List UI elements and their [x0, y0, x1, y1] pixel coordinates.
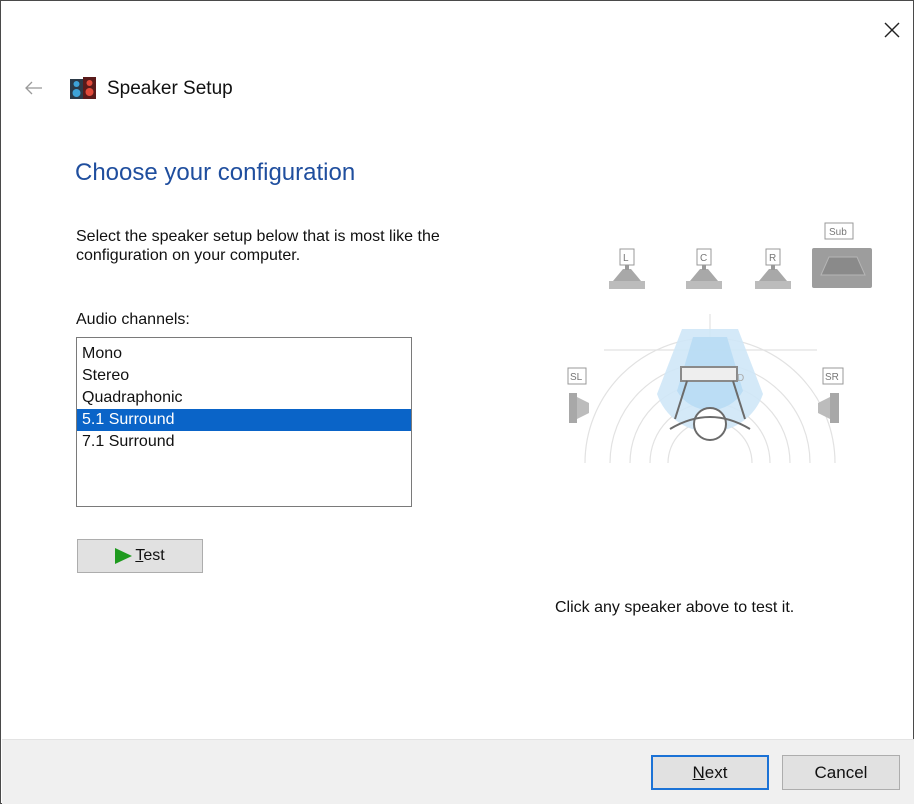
next-button-label: Next — [692, 762, 728, 782]
channel-option-7-1-surround[interactable]: 7.1 Surround — [77, 431, 411, 453]
audio-channels-label: Audio channels: — [76, 311, 190, 328]
close-button[interactable] — [877, 15, 907, 45]
speaker-surround-right-label: SR — [825, 372, 839, 383]
speaker-center-label: C — [700, 253, 707, 264]
back-arrow-icon — [25, 81, 42, 95]
close-icon — [884, 22, 900, 38]
cancel-button[interactable]: Cancel — [782, 755, 900, 790]
speaker-setup-window: Speaker Setup Choose your configuration … — [0, 0, 914, 804]
speaker-layout-diagram: D L C R Sub SL SR — [567, 222, 872, 464]
back-button[interactable] — [23, 77, 45, 99]
speaker-surround-left[interactable]: SL — [567, 367, 589, 423]
speaker-right-label: R — [769, 253, 776, 264]
instructions-text: Select the speaker setup below that is m… — [76, 228, 440, 264]
speaker-center[interactable]: C — [686, 248, 722, 289]
channel-option-stereo[interactable]: Stereo — [77, 365, 411, 387]
page-heading: Choose your configuration — [75, 159, 356, 186]
channel-option-mono[interactable]: Mono — [77, 343, 411, 365]
speaker-surround-right[interactable]: SR — [818, 367, 844, 423]
speaker-setup-app-icon — [70, 77, 96, 101]
audio-channels-listbox[interactable]: Mono Stereo Quadraphonic 5.1 Surround 7.… — [76, 337, 412, 507]
cancel-button-label: Cancel — [814, 762, 868, 782]
play-icon — [115, 548, 133, 564]
speaker-left-label: L — [623, 253, 629, 264]
test-hint-text: Click any speaker above to test it. — [555, 599, 795, 616]
speaker-surround-left-label: SL — [570, 372, 583, 383]
speaker-front-left[interactable]: L — [609, 248, 645, 289]
channel-option-quadraphonic[interactable]: Quadraphonic — [77, 387, 411, 409]
test-button[interactable]: Test — [77, 539, 203, 573]
next-button[interactable]: Next — [651, 755, 769, 790]
speaker-sub-label: Sub — [829, 227, 847, 238]
channel-option-5-1-surround[interactable]: 5.1 Surround — [77, 409, 411, 431]
speaker-subwoofer[interactable]: Sub — [812, 222, 872, 288]
footer-bar — [2, 739, 914, 804]
test-button-label: Test — [135, 547, 165, 564]
wizard-title: Speaker Setup — [107, 78, 233, 99]
speaker-front-right[interactable]: R — [755, 248, 791, 289]
svg-text:D: D — [737, 373, 744, 384]
